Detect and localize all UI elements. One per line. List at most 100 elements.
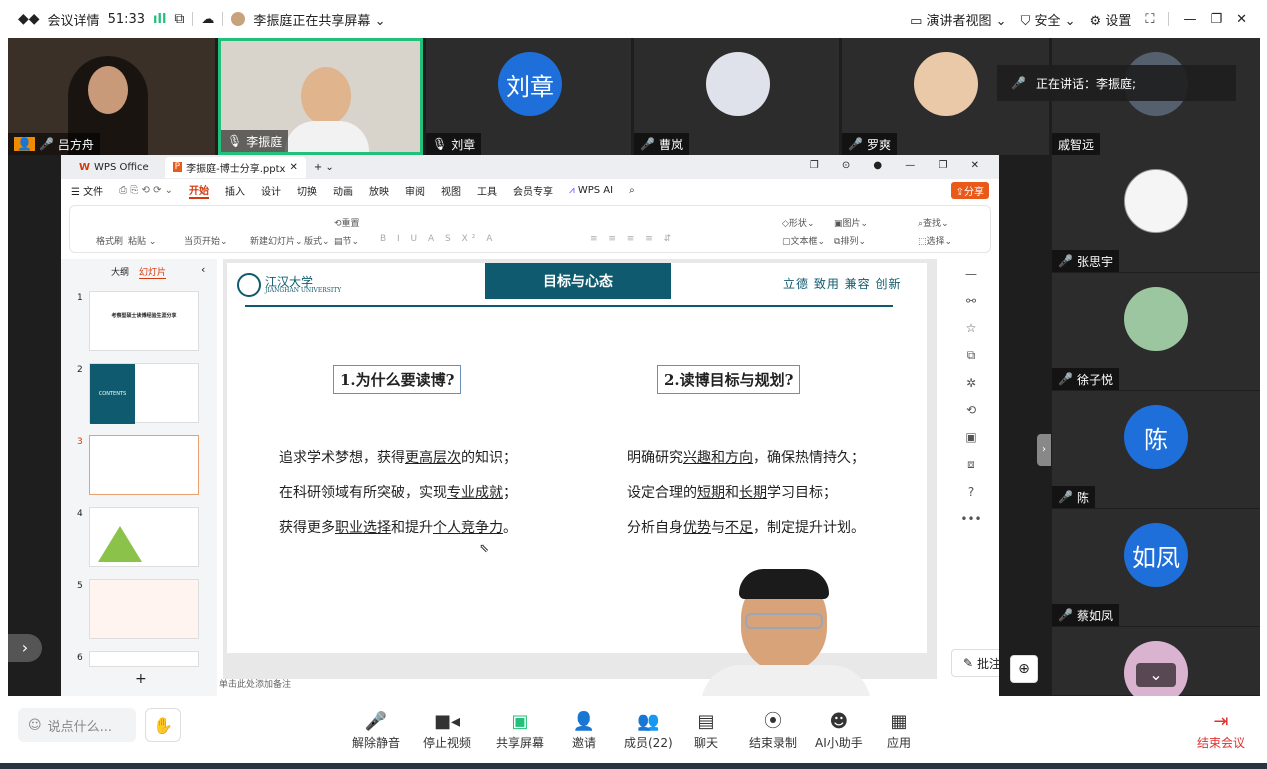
expand-panel-button[interactable]: › bbox=[8, 634, 42, 662]
magic-icon[interactable]: ✲ bbox=[966, 376, 976, 390]
participant-tile[interactable]: 👤 🎤 吕方舟 bbox=[8, 38, 215, 155]
animation-icon[interactable]: ⟲ bbox=[966, 403, 976, 417]
notes-area[interactable]: 单击此处添加备注 bbox=[219, 677, 291, 690]
menu-animation[interactable]: 动画 bbox=[333, 183, 353, 198]
avatar bbox=[1124, 287, 1188, 351]
section-button[interactable]: ▤节⌄ bbox=[334, 234, 359, 247]
raise-hand-button[interactable]: ✋ bbox=[145, 708, 181, 742]
restore-icon[interactable]: ❐ bbox=[1210, 12, 1222, 27]
participant-tile[interactable]: 🎤 徐子悦 bbox=[1052, 273, 1260, 391]
add-slide-button[interactable]: + bbox=[135, 671, 147, 687]
copy-icon[interactable]: ⧉ bbox=[967, 348, 976, 363]
invite-button[interactable]: 👤 邀请 bbox=[572, 710, 596, 751]
new-tab-icon[interactable]: + ⌄ bbox=[314, 162, 334, 173]
apps-button[interactable]: ▦ 应用 bbox=[887, 710, 911, 751]
menu-review[interactable]: 审阅 bbox=[405, 183, 425, 198]
document-tab[interactable]: P 李振庭-博士分享.pptx ✕ bbox=[164, 156, 306, 178]
slide-thumbnail[interactable]: 考察型硕士读博经验生涯分享 bbox=[89, 291, 199, 351]
shared-screen-wps[interactable]: W WPS Office P 李振庭-博士分享.pptx ✕ + ⌄ ❐ ⊙ ● — … bbox=[61, 155, 999, 696]
sharing-status[interactable]: 李振庭正在共享屏幕 ⌄ bbox=[253, 10, 385, 29]
search-icon[interactable]: ⌕ bbox=[629, 185, 635, 196]
participant-tile[interactable]: ⌄ bbox=[1052, 627, 1260, 705]
font-controls[interactable]: B I U A S X² A bbox=[380, 234, 496, 244]
stop-recording-button[interactable]: ⦿ 结束录制 bbox=[749, 710, 797, 751]
select-button[interactable]: ⬚选择⌄ bbox=[918, 234, 952, 247]
stop-video-button[interactable]: ■◂ 停止视频 bbox=[423, 710, 471, 751]
adjust-icon[interactable]: ⚯ bbox=[966, 294, 976, 308]
share-button[interactable]: ⇪分享 bbox=[950, 181, 989, 199]
menu-wps-ai[interactable]: ⩘ WPS AI bbox=[569, 185, 613, 196]
participant-name-tag: 🎤 曹岚 bbox=[634, 133, 689, 155]
menu-design[interactable]: 设计 bbox=[261, 183, 281, 198]
slide-number: 4 bbox=[77, 509, 83, 519]
participant-tile[interactable]: 如凤 🎤 蔡如凤 bbox=[1052, 509, 1260, 627]
layers-icon[interactable]: ⧈ bbox=[967, 457, 975, 472]
zoom-in-button[interactable]: ⊕ bbox=[1010, 655, 1038, 683]
quick-toolbar[interactable]: ⎙ ⎘ ⟲ ⟳ ⌄ bbox=[119, 185, 173, 196]
outline-tab[interactable]: 大纲 bbox=[111, 265, 129, 279]
wps-home-tab[interactable]: W WPS Office bbox=[71, 159, 157, 176]
ai-assistant-button[interactable]: ☻ AI小助手 bbox=[815, 710, 863, 751]
participant-tile-active[interactable]: 🎙 李振庭 bbox=[218, 38, 423, 155]
cloud-icon[interactable]: ☁ bbox=[201, 12, 214, 27]
avatar bbox=[914, 52, 978, 116]
presenter-view-button[interactable]: ▭ 演讲者视图 ⌄ bbox=[910, 10, 1006, 29]
chat-button[interactable]: ▤ 聊天 bbox=[694, 710, 718, 751]
new-slide-button[interactable]: 新建幻灯片⌄ bbox=[250, 234, 303, 247]
participant-tile[interactable]: 刘章 🎙 刘章 bbox=[426, 38, 631, 155]
image-button[interactable]: ▣图片⌄ bbox=[834, 216, 868, 229]
shape-button[interactable]: ◇形状⌄ bbox=[782, 216, 814, 229]
help-icon[interactable]: ? bbox=[968, 485, 974, 499]
current-start-button[interactable]: 当页开始⌄ bbox=[184, 234, 228, 247]
menu-member[interactable]: 会员专享 bbox=[513, 183, 553, 198]
scroll-down-button[interactable]: ⌄ bbox=[1136, 663, 1176, 687]
paste-button[interactable]: 粘贴 ⌄ bbox=[128, 234, 156, 247]
collapse-panel-icon[interactable]: ‹ bbox=[201, 263, 205, 276]
fullscreen-icon[interactable]: ⛶ bbox=[1145, 12, 1154, 27]
participant-name-tag: 🎤 徐子悦 bbox=[1052, 368, 1119, 390]
reset-button[interactable]: ⟲重置 bbox=[334, 216, 360, 229]
pen-icon: ✎ bbox=[962, 656, 974, 670]
popout-icon[interactable]: ⧉ bbox=[174, 11, 184, 27]
unmute-button[interactable]: 🎤 解除静音 bbox=[352, 710, 400, 751]
chat-input[interactable]: ☺ 说点什么... bbox=[18, 708, 136, 742]
collapse-sidebar-button[interactable]: › bbox=[1037, 434, 1051, 466]
menu-view[interactable]: 视图 bbox=[441, 183, 461, 198]
paragraph-controls[interactable]: ≡ ≡ ≡ ≡ ⇵ bbox=[590, 234, 675, 244]
slides-tab[interactable]: 幻灯片 bbox=[139, 265, 167, 279]
image-tool-icon[interactable]: ▣ bbox=[965, 430, 976, 444]
menu-home[interactable]: 开始 bbox=[189, 182, 210, 199]
slide-thumbnail[interactable] bbox=[89, 651, 199, 667]
members-button[interactable]: 👥 成员(22) bbox=[624, 710, 673, 751]
slide-thumbnail[interactable] bbox=[89, 579, 199, 639]
minus-icon[interactable]: — bbox=[965, 267, 977, 281]
menu-tools[interactable]: 工具 bbox=[477, 183, 497, 198]
slide-thumbnail[interactable] bbox=[89, 507, 199, 567]
minimize-icon[interactable]: — bbox=[1183, 12, 1196, 27]
annotate-button[interactable]: ✎ 批注 bbox=[951, 649, 999, 677]
menu-slideshow[interactable]: 放映 bbox=[369, 183, 389, 198]
meeting-details-button[interactable]: 会议详情 bbox=[48, 10, 100, 29]
star-icon[interactable]: ☆ bbox=[966, 321, 977, 335]
end-meeting-button[interactable]: ⇥ 结束会议 bbox=[1197, 710, 1245, 751]
participant-tile[interactable]: 🎤 张思宇 bbox=[1052, 155, 1260, 273]
find-button[interactable]: ⌕查找⌄ bbox=[918, 216, 949, 229]
layout-button[interactable]: 版式⌄ bbox=[304, 234, 330, 247]
arrange-button[interactable]: ⧉排列⌄ bbox=[834, 234, 866, 247]
textbox-button[interactable]: ▢文本框⌄ bbox=[782, 234, 825, 247]
more-icon[interactable]: ••• bbox=[960, 512, 981, 526]
participant-tile[interactable]: 🎤 曹岚 bbox=[634, 38, 839, 155]
share-screen-button[interactable]: ▣ 共享屏幕 bbox=[496, 710, 544, 751]
format-brush-button[interactable]: 格式刷 bbox=[96, 234, 123, 247]
close-icon[interactable]: ✕ bbox=[1236, 12, 1247, 27]
settings-button[interactable]: ⚙ 设置 bbox=[1090, 10, 1132, 29]
security-button[interactable]: ⛉ 安全 ⌄ bbox=[1021, 10, 1076, 29]
slide-thumbnail[interactable]: CONTENTS bbox=[89, 363, 199, 424]
slide-thumbnail-selected[interactable] bbox=[89, 435, 199, 495]
window-controls[interactable]: ❐ ⊙ ● — ❐ ✕ bbox=[810, 160, 989, 171]
menu-file[interactable]: ☰ 文件 bbox=[71, 183, 103, 198]
participant-tile[interactable]: 陈 🎤 陈 bbox=[1052, 391, 1260, 509]
menu-transition[interactable]: 切换 bbox=[297, 183, 317, 198]
menu-insert[interactable]: 插入 bbox=[225, 183, 245, 198]
close-tab-icon[interactable]: ✕ bbox=[289, 162, 297, 173]
